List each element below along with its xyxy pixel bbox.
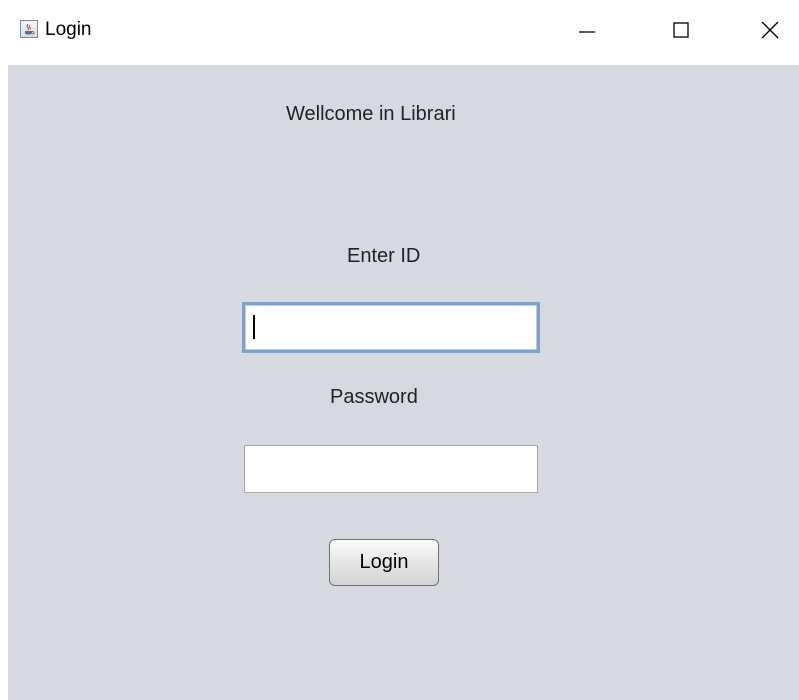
welcome-label: Wellcome in Librari — [286, 103, 456, 125]
close-button[interactable] — [747, 12, 793, 52]
password-input[interactable] — [244, 445, 538, 493]
login-form: Wellcome in Librari Enter ID Password Lo… — [8, 65, 799, 700]
java-app-icon — [20, 20, 38, 38]
id-input[interactable] — [242, 302, 540, 353]
title-bar[interactable]: Login — [8, 0, 799, 65]
enter-id-label: Enter ID — [347, 245, 421, 267]
login-button[interactable]: Login — [329, 539, 439, 586]
text-caret — [253, 315, 255, 339]
login-window: Login Wellcome in Librari Enter ID Passw… — [8, 0, 799, 700]
maximize-icon — [671, 20, 691, 45]
minimize-button[interactable] — [564, 12, 610, 52]
maximize-button[interactable] — [658, 12, 704, 52]
close-icon — [760, 20, 780, 45]
password-label: Password — [330, 386, 418, 408]
minimize-icon — [577, 20, 597, 45]
window-title: Login — [45, 19, 92, 40]
